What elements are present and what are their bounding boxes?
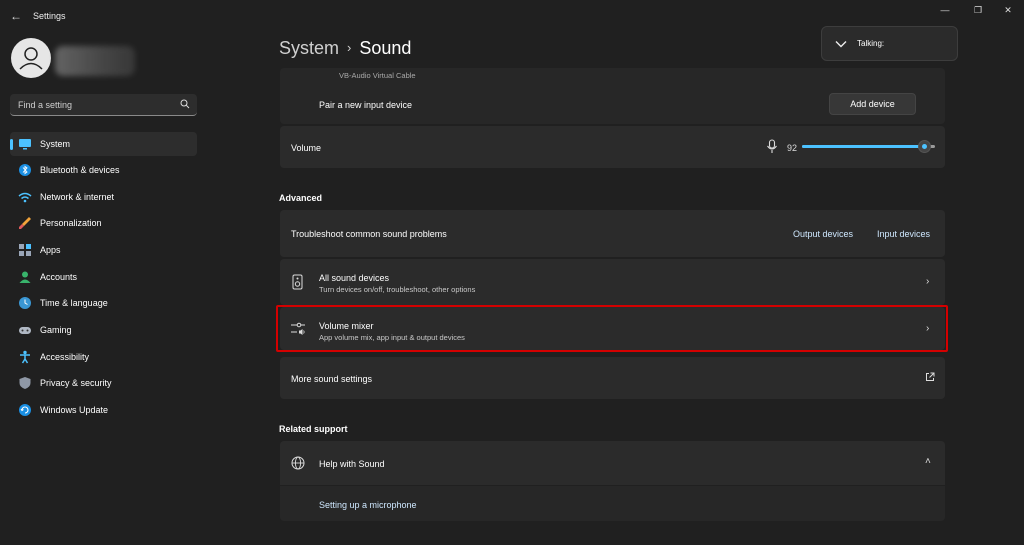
person-icon bbox=[19, 47, 43, 70]
all-sound-devices-description: Turn devices on/off, troubleshoot, other… bbox=[319, 285, 476, 294]
chevron-right-icon: › bbox=[926, 276, 930, 287]
sidebar-item-label: Network & internet bbox=[40, 192, 115, 202]
sidebar-item-personalization[interactable]: Personalization bbox=[10, 211, 197, 235]
related-support-heading: Related support bbox=[279, 424, 348, 434]
sidebar-item-time-language[interactable]: Time & language bbox=[10, 291, 197, 315]
pair-input-label: Pair a new input device bbox=[319, 100, 413, 110]
sidebar-item-bluetooth[interactable]: Bluetooth & devices bbox=[10, 158, 197, 182]
page-title: Sound bbox=[359, 38, 412, 58]
more-sound-settings-label: More sound settings bbox=[291, 374, 373, 384]
more-sound-settings-row[interactable] bbox=[280, 357, 945, 399]
brush-icon bbox=[19, 217, 31, 229]
breadcrumb-parent[interactable]: System bbox=[279, 38, 339, 58]
gamepad-icon bbox=[19, 327, 31, 334]
output-devices-link[interactable]: Output devices bbox=[793, 229, 853, 239]
update-icon bbox=[19, 404, 31, 416]
search-box[interactable] bbox=[10, 94, 197, 116]
globe-icon bbox=[291, 456, 305, 470]
sidebar-item-privacy-security[interactable]: Privacy & security bbox=[10, 371, 197, 395]
sidebar-item-label: Gaming bbox=[40, 325, 72, 335]
shield-icon bbox=[19, 377, 31, 389]
add-device-button[interactable]: Add device bbox=[829, 93, 916, 115]
sidebar-item-apps[interactable]: Apps bbox=[10, 238, 197, 262]
person-icon bbox=[19, 271, 31, 283]
talking-label: Talking: bbox=[857, 39, 885, 48]
troubleshoot-label: Troubleshoot common sound problems bbox=[291, 229, 447, 239]
bluetooth-icon bbox=[19, 164, 31, 176]
speaker-device-icon bbox=[292, 274, 303, 290]
sidebar-item-label: Accessibility bbox=[40, 352, 90, 362]
blurred-account-name bbox=[55, 46, 135, 76]
sidebar-item-label: Time & language bbox=[40, 298, 108, 308]
advanced-heading: Advanced bbox=[279, 193, 323, 203]
sidebar-item-accounts[interactable]: Accounts bbox=[10, 265, 197, 289]
avatar[interactable] bbox=[11, 38, 51, 78]
cut-off-device-name: VB-Audio Virtual Cable bbox=[339, 71, 416, 80]
sidebar-item-label: Windows Update bbox=[40, 405, 109, 415]
globe-clock-icon bbox=[19, 297, 31, 309]
sidebar-item-label: Bluetooth & devices bbox=[40, 165, 120, 175]
sidebar-item-system[interactable]: System bbox=[10, 132, 197, 156]
talking-indicator[interactable]: Talking: bbox=[821, 26, 958, 61]
accessibility-icon bbox=[20, 350, 30, 364]
monitor-icon bbox=[19, 139, 31, 150]
external-link-icon bbox=[926, 372, 935, 381]
maximize-button[interactable]: ❐ bbox=[968, 4, 988, 16]
breadcrumb-separator: › bbox=[347, 40, 352, 55]
sidebar-item-label: Accounts bbox=[40, 272, 78, 282]
all-sound-devices-title: All sound devices bbox=[319, 273, 390, 283]
search-icon bbox=[180, 99, 190, 109]
volume-value: 92 bbox=[787, 143, 798, 153]
minimize-button[interactable]: — bbox=[935, 4, 955, 16]
sidebar-item-label: Personalization bbox=[40, 218, 102, 228]
highlight-box bbox=[276, 305, 948, 352]
sidebar-item-gaming[interactable]: Gaming bbox=[10, 318, 197, 342]
sidebar-item-network[interactable]: Network & internet bbox=[10, 185, 197, 209]
setting-up-microphone-link[interactable]: Setting up a microphone bbox=[319, 500, 417, 510]
sidebar-item-label: System bbox=[40, 139, 71, 149]
sidebar-item-accessibility[interactable]: Accessibility bbox=[10, 345, 197, 369]
apps-icon bbox=[19, 244, 31, 256]
sidebar-item-label: Privacy & security bbox=[40, 378, 112, 388]
input-devices-link[interactable]: Input devices bbox=[877, 229, 930, 239]
microphone-icon[interactable] bbox=[766, 139, 778, 154]
app-title: Settings bbox=[33, 11, 66, 21]
active-indicator bbox=[10, 139, 13, 150]
chevron-up-icon[interactable]: ˄ bbox=[925, 456, 931, 467]
breadcrumb: System › Sound bbox=[279, 38, 411, 59]
close-button[interactable]: ✕ bbox=[998, 4, 1018, 16]
search-input[interactable] bbox=[10, 94, 175, 115]
sidebar-item-label: Apps bbox=[40, 245, 61, 255]
wifi-icon bbox=[18, 192, 32, 203]
volume-label: Volume bbox=[291, 143, 322, 153]
volume-slider-fill bbox=[802, 145, 925, 148]
back-arrow-icon[interactable]: ← bbox=[8, 9, 24, 23]
sidebar-item-windows-update[interactable]: Windows Update bbox=[10, 398, 197, 422]
chevron-down-icon bbox=[835, 41, 847, 48]
help-with-sound-title: Help with Sound bbox=[319, 459, 385, 469]
